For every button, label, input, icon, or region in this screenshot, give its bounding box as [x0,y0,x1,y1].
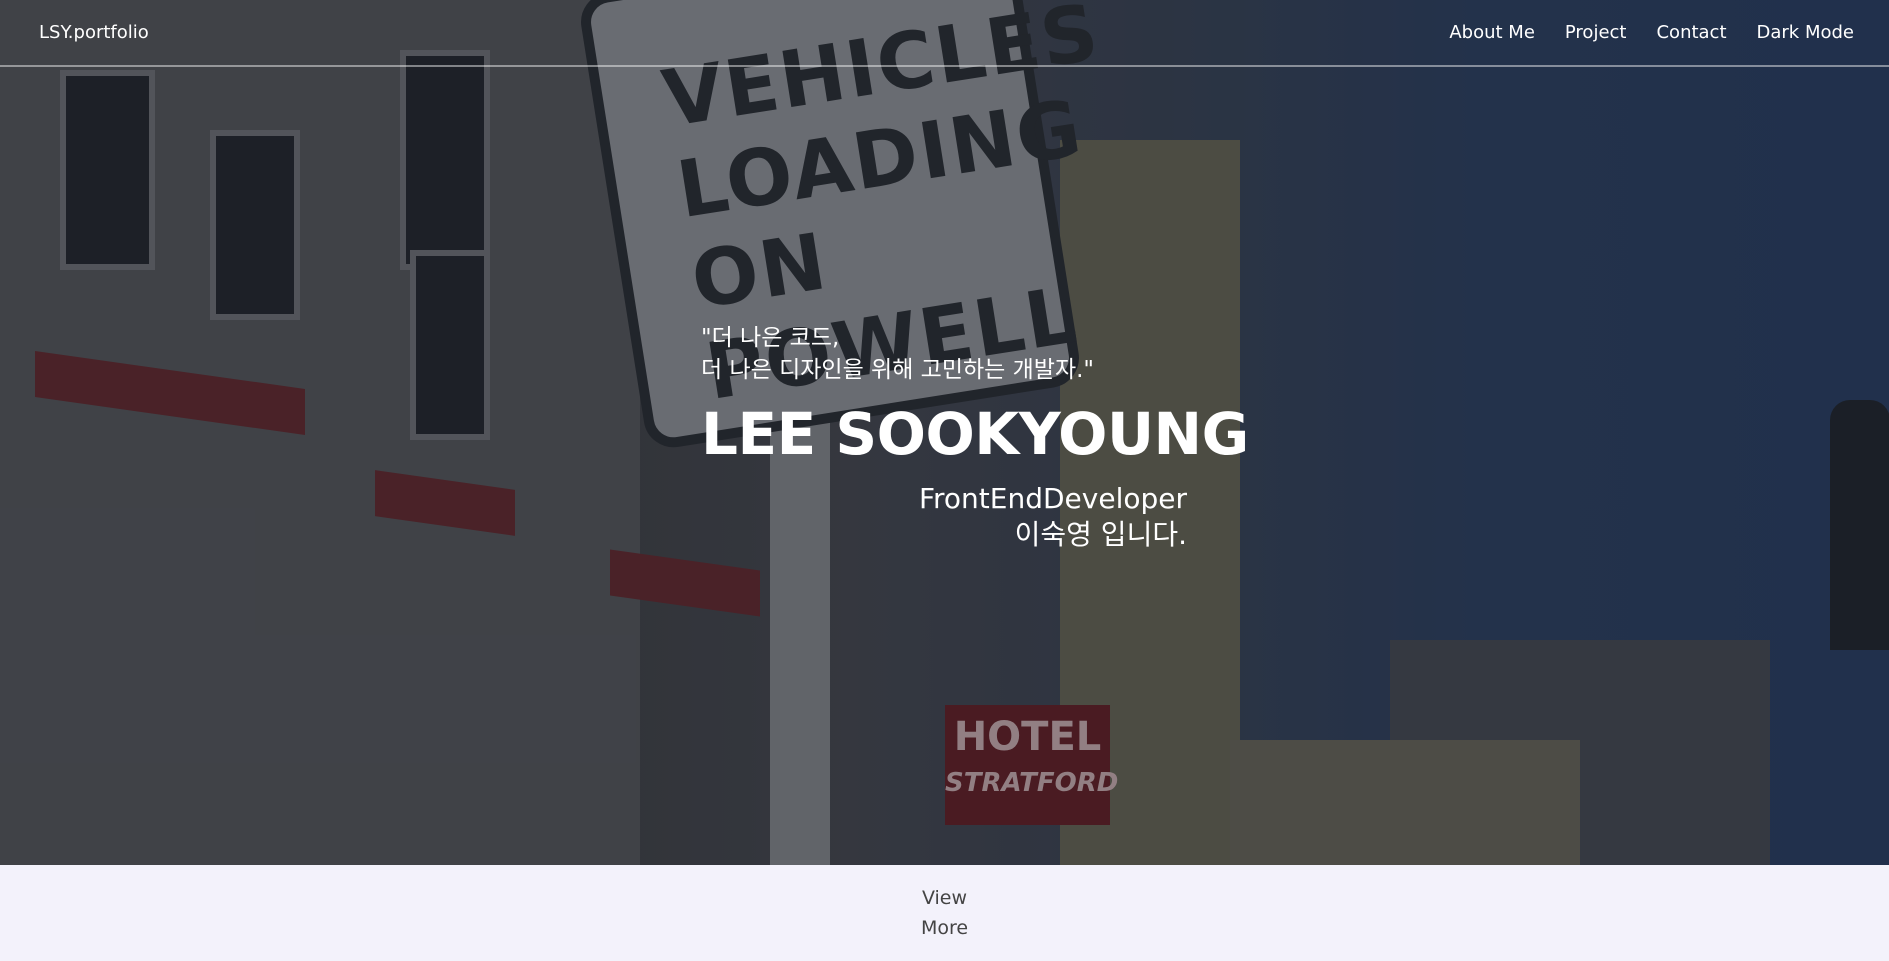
hero-name: LEE SOOKYOUNG [701,400,1249,468]
nav-item-contact[interactable]: Contact [1656,22,1726,43]
hero-role-greeting: 이숙영 입니다. [1014,518,1187,551]
nav-item-project[interactable]: Project [1565,22,1627,43]
nav-menu: About Me Project Contact Dark Mode [1419,22,1854,43]
view-more-label-line: View [921,887,968,909]
hero-section: VEHICLES LOADING ON POWELL HOTEL STRATFO… [0,0,1889,865]
hero-quote: "더 나은 코드, 더 나은 디자인을 위해 고민하는 개발자." [701,322,1187,386]
hero-role-title: FrontEndDeveloper [918,482,1187,515]
site-logo[interactable]: LSY.portfolio [39,22,149,43]
hero-intro: "더 나은 코드, 더 나은 디자인을 위해 고민하는 개발자." LEE SO… [701,322,1249,553]
nav-item-about-me[interactable]: About Me [1449,22,1535,43]
hero-role: FrontEndDeveloper 이숙영 입니다. [701,481,1187,553]
top-navigation: LSY.portfolio About Me Project Contact D… [0,0,1889,67]
view-more-bar: View More [0,865,1889,961]
dark-mode-toggle[interactable]: Dark Mode [1757,22,1854,43]
hero-quote-line: "더 나은 코드, [701,325,840,351]
view-more-label-line: More [920,917,969,939]
view-more-button[interactable]: View More [921,883,968,943]
hero-quote-line: 더 나은 디자인을 위해 고민하는 개발자." [701,357,1095,383]
